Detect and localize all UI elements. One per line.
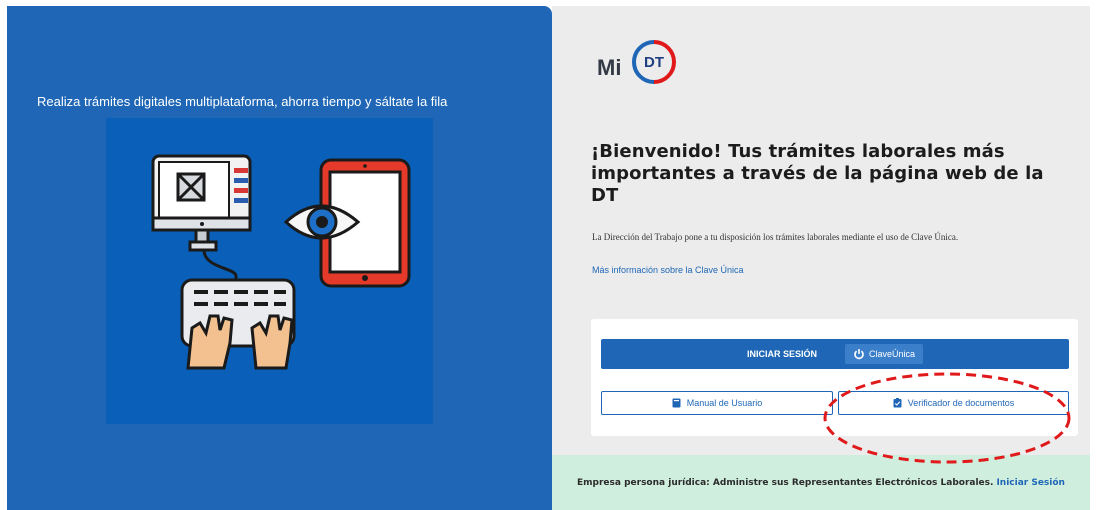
welcome-heading: ¡Bienvenido! Tus trámites laborales más … [591, 141, 1044, 206]
login-button-label: INICIAR SESIÓN [746, 349, 817, 359]
document-verifier-label: Verificador de documentos [907, 398, 1015, 408]
svg-text:DT: DT [644, 54, 664, 71]
company-footer-bar: Empresa persona jurídica: Administre sus… [552, 455, 1090, 510]
footer-login-link[interactable]: Iniciar Sesión [996, 478, 1065, 488]
clipboard-check-icon [893, 398, 902, 408]
user-manual-label: Manual de Usuario [686, 398, 763, 408]
hero-illustration [106, 118, 433, 424]
user-manual-button[interactable]: Manual de Usuario [601, 391, 833, 415]
hero-tagline: Realiza trámites digitales multiplatafor… [37, 94, 448, 109]
login-card: INICIAR SESIÓN ClaveÚnica Manual de Usua… [591, 319, 1078, 436]
more-info-link[interactable]: Más información sobre la Clave Única [592, 265, 744, 275]
login-clave-unica-button[interactable]: INICIAR SESIÓN ClaveÚnica [601, 339, 1069, 369]
document-verifier-button[interactable]: Verificador de documentos [838, 391, 1069, 415]
power-icon [854, 349, 864, 360]
book-icon [672, 398, 681, 408]
logo-mi-text: Mi [597, 55, 622, 80]
logo-dt-circle: DT [631, 39, 677, 85]
description-text: La Dirección del Trabajo pone a tu dispo… [592, 232, 959, 242]
monitor-icon [151, 154, 252, 252]
clave-unica-label: ClaveÚnica [868, 349, 916, 359]
clave-unica-badge: ClaveÚnica [844, 344, 924, 364]
mi-dt-logo: Mi DT [597, 39, 687, 89]
footer-text: Empresa persona jurídica: Administre sus… [577, 477, 994, 488]
